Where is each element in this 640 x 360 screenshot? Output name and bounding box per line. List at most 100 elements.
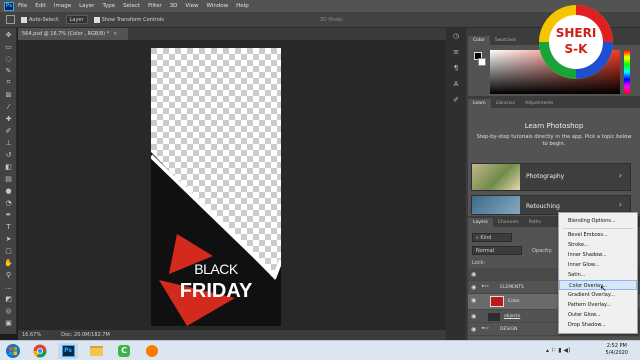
menu-item-bevel-emboss[interactable]: Bevel Emboss... xyxy=(559,230,637,240)
tab-learn[interactable]: Learn xyxy=(468,99,491,108)
tools-panel: ✥ ▭ ◌ ✎ ⌗ ⊠ ⁄ ✚ ✐ ⊥ ↺ ◧ ▤ ● ◔ ✒ T ➤ ▢ ✋ … xyxy=(0,28,17,334)
menu-item-outer-glow[interactable]: Outer Glow... xyxy=(559,310,637,320)
menu-item-gradient-overlay[interactable]: Gradient Overlay... xyxy=(559,290,637,300)
menu-select[interactable]: Select xyxy=(123,3,140,9)
menu-window[interactable]: Window xyxy=(206,3,228,9)
dodge-tool-icon[interactable]: ◔ xyxy=(3,197,14,208)
auto-select-checkbox[interactable]: Auto-Select: xyxy=(21,16,60,23)
chevron-right-icon: › xyxy=(618,171,622,180)
menu-edit[interactable]: Edit xyxy=(35,3,46,9)
zoom-level[interactable]: 16.67% xyxy=(22,332,41,338)
gradient-tool-icon[interactable]: ▤ xyxy=(3,173,14,184)
recorder-icon xyxy=(146,345,158,357)
menu-item-blending-options[interactable]: Blending Options... xyxy=(559,216,637,226)
quick-select-tool-icon[interactable]: ✎ xyxy=(3,65,14,76)
photoshop-taskbar-icon[interactable]: Ps xyxy=(58,343,78,359)
rectangle-tool-icon[interactable]: ▢ xyxy=(3,245,14,256)
file-explorer-taskbar-icon[interactable] xyxy=(86,343,106,359)
character-icon[interactable]: A xyxy=(450,80,462,92)
menu-item-stroke[interactable]: Stroke... xyxy=(559,240,637,250)
menu-3d[interactable]: 3D xyxy=(170,3,178,9)
brush-settings-icon[interactable]: ✐ xyxy=(450,96,462,108)
learn-description: Step-by-step tutorials directly in the a… xyxy=(476,134,632,147)
crop-tool-icon[interactable]: ⌗ xyxy=(3,77,14,88)
layer-filter-kind[interactable]: ⌕ Kind xyxy=(472,233,512,242)
learn-card-label: Retouching xyxy=(526,203,560,210)
tab-adjustments[interactable]: Adjustments xyxy=(520,99,558,108)
artboard-tool-icon[interactable]: ▭ xyxy=(3,41,14,52)
foreground-background-color-icon[interactable]: ◩ xyxy=(3,293,14,304)
hue-slider[interactable] xyxy=(624,50,630,94)
visibility-eye-icon[interactable]: ◉ xyxy=(471,271,476,278)
menu-item-satin[interactable]: Satin... xyxy=(559,270,637,280)
lasso-tool-icon[interactable]: ◌ xyxy=(3,53,14,64)
camtasia-taskbar-icon[interactable]: C xyxy=(114,343,134,359)
menu-item-inner-glow[interactable]: Inner Glow... xyxy=(559,260,637,270)
recorder-taskbar-icon[interactable] xyxy=(142,343,162,359)
learn-title: Learn Photoshop xyxy=(524,122,584,130)
type-tool-icon[interactable]: T xyxy=(3,221,14,232)
history-icon[interactable]: ◷ xyxy=(450,32,462,44)
tab-channels[interactable]: Channels xyxy=(493,218,524,227)
menu-help[interactable]: Help xyxy=(236,3,249,9)
pen-tool-icon[interactable]: ✒ xyxy=(3,209,14,220)
menu-filter[interactable]: Filter xyxy=(148,3,162,9)
photography-thumbnail xyxy=(472,164,520,190)
menu-type[interactable]: Type xyxy=(102,3,115,9)
blur-tool-icon[interactable]: ● xyxy=(3,185,14,196)
hand-tool-icon[interactable]: ✋ xyxy=(3,257,14,268)
poster-text-black: BLACK xyxy=(194,261,238,277)
windows-taskbar: Ps C ▴ ⚐ ▮ ◀) 2:52 PM 5/4/2020 xyxy=(0,340,640,360)
menu-item-inner-shadow[interactable]: Inner Shadow... xyxy=(559,250,637,260)
menu-image[interactable]: Image xyxy=(54,3,71,9)
screen-mode-icon[interactable]: ▣ xyxy=(3,317,14,328)
eraser-tool-icon[interactable]: ◧ xyxy=(3,161,14,172)
chrome-taskbar-icon[interactable] xyxy=(30,343,50,359)
opacity-label: Opacity: xyxy=(532,248,553,254)
auto-select-label: Auto-Select: xyxy=(29,16,60,23)
menu-view[interactable]: View xyxy=(185,3,198,9)
more-tools-icon[interactable]: … xyxy=(3,281,14,292)
menu-item-pattern-overlay[interactable]: Pattern Overlay... xyxy=(559,300,637,310)
system-clock[interactable]: 2:52 PM 5/4/2020 xyxy=(606,343,628,357)
learn-card-photography[interactable]: Photography › xyxy=(471,163,631,191)
path-select-tool-icon[interactable]: ➤ xyxy=(3,233,14,244)
healing-brush-tool-icon[interactable]: ✚ xyxy=(3,113,14,124)
menu-item-drop-shadow[interactable]: Drop Shadow... xyxy=(559,320,637,330)
blend-mode-dropdown[interactable]: Normal xyxy=(472,246,522,255)
tab-libraries[interactable]: Libraries xyxy=(491,99,520,108)
menu-layer[interactable]: Layer xyxy=(79,3,94,9)
move-tool-icon[interactable]: ✥ xyxy=(3,29,14,40)
logo-text-line1: SHERI xyxy=(555,26,597,40)
mode-3d-label: 3D Mode: xyxy=(319,16,344,23)
document-tab[interactable]: 564.psd @ 16.7% (Color , RGB/8) * × xyxy=(18,28,128,40)
visibility-eye-icon[interactable]: ◉ xyxy=(471,284,476,291)
tab-color[interactable]: Color xyxy=(468,36,490,45)
status-bar: 16.67% Doc: 20.0M/182.7M xyxy=(18,330,446,340)
clone-stamp-tool-icon[interactable]: ⊥ xyxy=(3,137,14,148)
visibility-eye-icon[interactable]: ◉ xyxy=(471,326,476,333)
history-brush-tool-icon[interactable]: ↺ xyxy=(3,149,14,160)
visibility-eye-icon[interactable]: ◉ xyxy=(471,297,476,304)
visibility-eye-icon[interactable]: ◉ xyxy=(471,313,476,320)
close-icon[interactable]: × xyxy=(113,31,117,37)
show-transform-checkbox[interactable]: Show Transform Controls xyxy=(93,16,164,23)
zoom-tool-icon[interactable]: ⚲ xyxy=(3,269,14,280)
tab-swatches[interactable]: Swatches xyxy=(490,36,522,45)
frame-tool-icon[interactable]: ⊠ xyxy=(3,89,14,100)
start-button[interactable] xyxy=(2,343,24,359)
tab-paths[interactable]: Paths xyxy=(524,218,546,227)
auto-select-dropdown[interactable]: Layer xyxy=(65,15,88,24)
background-color-swatch[interactable] xyxy=(478,58,486,66)
menu-item-color-overlay[interactable]: Color Overlay... xyxy=(559,280,637,290)
properties-icon[interactable]: ≡ xyxy=(450,48,462,60)
collapsed-panel-icons: ◷ ≡ ¶ A ✐ xyxy=(446,28,466,340)
paragraph-icon[interactable]: ¶ xyxy=(450,64,462,76)
quick-mask-icon[interactable]: ◎ xyxy=(3,305,14,316)
eyedropper-tool-icon[interactable]: ⁄ xyxy=(3,101,14,112)
tab-layers[interactable]: Layers xyxy=(468,218,493,227)
brush-tool-icon[interactable]: ✐ xyxy=(3,125,14,136)
move-tool-icon[interactable] xyxy=(6,15,15,24)
system-tray-icons[interactable]: ▴ ⚐ ▮ ◀) xyxy=(546,347,570,354)
menu-file[interactable]: File xyxy=(18,3,27,9)
